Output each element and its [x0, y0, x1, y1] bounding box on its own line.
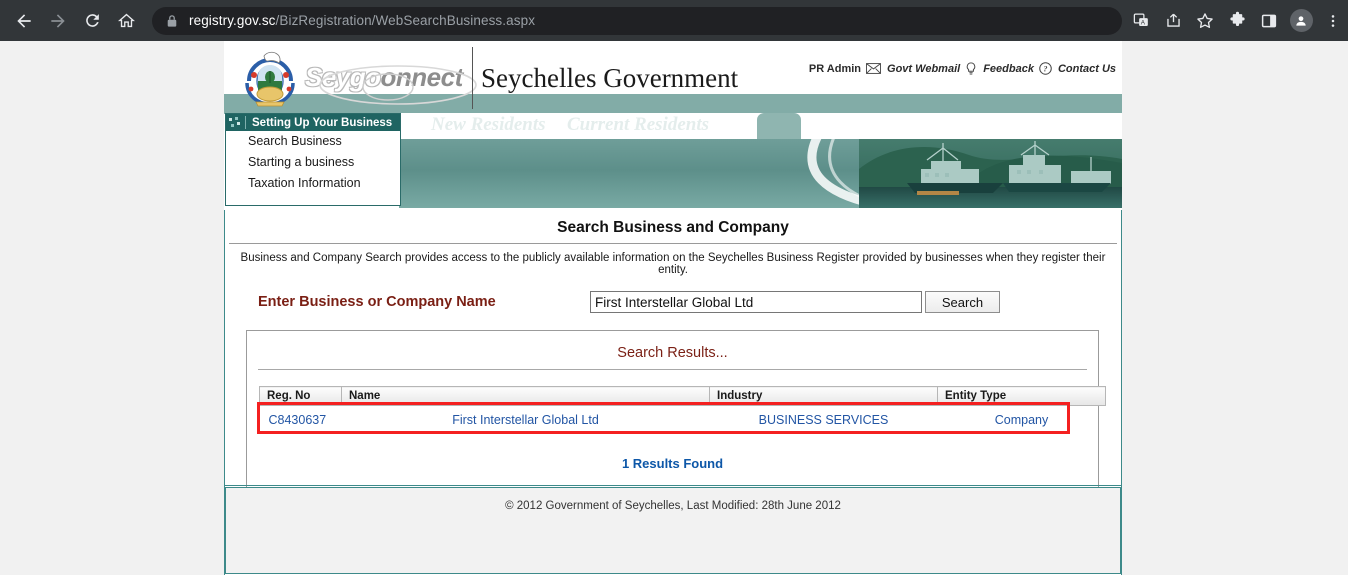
logo-main: Seygo: [305, 62, 381, 92]
search-label: Enter Business or Company Name: [258, 294, 496, 310]
header-divider: [472, 47, 473, 109]
search-input[interactable]: [590, 291, 922, 313]
sidebar-item-starting-a-business[interactable]: Starting a business: [226, 152, 400, 173]
column-header-entity-type[interactable]: Entity Type: [937, 386, 1106, 406]
share-icon[interactable]: [1158, 6, 1188, 36]
translate-icon[interactable]: A: [1126, 6, 1156, 36]
profile-avatar-icon[interactable]: [1286, 6, 1316, 36]
seygo-connect-logo: Seygoonnect: [305, 62, 485, 98]
url-host: registry.gov.sc: [189, 13, 276, 28]
browser-nav-buttons: [0, 5, 142, 37]
address-bar[interactable]: registry.gov.sc/BizRegistration/WebSearc…: [152, 6, 1122, 35]
seychelles-coat-of-arms-icon: [245, 51, 295, 107]
main-content: Search Business and Company Business and…: [224, 210, 1122, 499]
url-text: registry.gov.sc/BizRegistration/WebSearc…: [189, 13, 535, 28]
browser-toolbar: registry.gov.sc/BizRegistration/WebSearc…: [0, 0, 1348, 41]
column-header-name[interactable]: Name: [341, 386, 710, 406]
sidebar-item-taxation-information[interactable]: Taxation Information: [226, 173, 400, 194]
link-feedback[interactable]: Feedback: [983, 63, 1034, 75]
sidebar-item-search-business[interactable]: Search Business: [226, 131, 400, 152]
link-contact-us[interactable]: Contact Us: [1058, 63, 1116, 75]
page-title-government: Seychelles Government: [481, 63, 739, 93]
sidebar-header: Setting Up Your Business: [226, 114, 400, 131]
link-govt-webmail[interactable]: Govt Webmail: [887, 63, 960, 75]
banner-tab-strip: New Residents Current Residents: [399, 113, 1122, 139]
home-button[interactable]: [110, 5, 142, 37]
side-panel-icon[interactable]: [1254, 6, 1284, 36]
ghost-tab-new-residents[interactable]: New Residents: [431, 114, 546, 138]
page-content: Seygoonnect Seychelles Government PR Adm…: [224, 41, 1122, 575]
svg-text:?: ?: [1043, 65, 1047, 74]
reload-button[interactable]: [76, 5, 108, 37]
table-header-row: Reg. No Name Industry Entity Type: [259, 386, 1106, 406]
search-results-panel: Search Results... Reg. No Name Industry …: [246, 330, 1106, 499]
extensions-puzzle-icon[interactable]: [1222, 6, 1252, 36]
menu-kebab-icon[interactable]: [1318, 6, 1348, 36]
lightbulb-icon: [965, 62, 977, 75]
home-icon: [117, 13, 135, 28]
page-title: Search Business and Company: [557, 219, 789, 236]
footer-separator: [225, 485, 1121, 486]
sitemap-pixel-icon: [229, 117, 240, 127]
cell-name[interactable]: First Interstellar Global Ltd: [342, 406, 710, 435]
arrow-right-icon: [51, 13, 65, 28]
footer-text: © 2012 Government of Seychelles, Last Mo…: [505, 500, 841, 512]
cell-reg-no[interactable]: C8430637: [260, 406, 342, 435]
search-row: Enter Business or Company Name Search: [227, 276, 1119, 322]
reload-icon: [85, 14, 99, 27]
results-table: Reg. No Name Industry Entity Type C84306…: [259, 386, 1106, 434]
column-header-industry[interactable]: Industry: [709, 386, 938, 406]
forward-button[interactable]: [42, 5, 74, 37]
sidebar-title-label: Setting Up Your Business: [252, 116, 393, 129]
banner-row: New Residents Current Residents Setting …: [224, 113, 1122, 210]
banner-image: New Residents Current Residents: [399, 113, 1122, 208]
sidebar-menu: Setting Up Your Business Search Business…: [225, 113, 401, 206]
browser-action-icons: A: [1126, 6, 1348, 36]
results-title: Search Results...: [617, 345, 728, 361]
logo-accent: onnect: [380, 62, 464, 92]
harbor-photo: [859, 139, 1122, 208]
page-footer: © 2012 Government of Seychelles, Last Mo…: [225, 487, 1121, 574]
envelope-icon: [866, 63, 881, 74]
top-nav-links: PR Admin Govt Webmail Feedback ? Contact…: [809, 62, 1116, 75]
results-count: 1 Results Found: [621, 456, 724, 471]
link-pr-admin[interactable]: PR Admin: [809, 63, 861, 75]
arrow-left-icon: [17, 13, 31, 28]
avatar: [1289, 9, 1313, 32]
question-mark-icon: ?: [1039, 62, 1052, 75]
lock-icon: [166, 14, 178, 28]
ghost-tab-current-residents[interactable]: Current Residents: [567, 114, 709, 138]
cell-industry[interactable]: BUSINESS SERVICES: [710, 406, 938, 435]
intro-text: Business and Company Search provides acc…: [240, 252, 1106, 276]
tab-nub: [757, 113, 801, 139]
table-row[interactable]: C8430637 First Interstellar Global Ltd B…: [260, 406, 1106, 435]
search-button[interactable]: Search: [925, 291, 1000, 313]
site-header: Seygoonnect Seychelles Government PR Adm…: [224, 41, 1122, 114]
cell-entity-type[interactable]: Company: [938, 406, 1106, 435]
sidebar-header-separator: [245, 116, 246, 129]
bookmark-star-icon[interactable]: [1190, 6, 1220, 36]
url-path: /BizRegistration/WebSearchBusiness.aspx: [275, 13, 536, 28]
back-button[interactable]: [8, 5, 40, 37]
column-header-reg-no[interactable]: Reg. No: [259, 386, 342, 406]
banner-teal-panel: [399, 139, 1122, 208]
results-divider: [258, 369, 1087, 370]
